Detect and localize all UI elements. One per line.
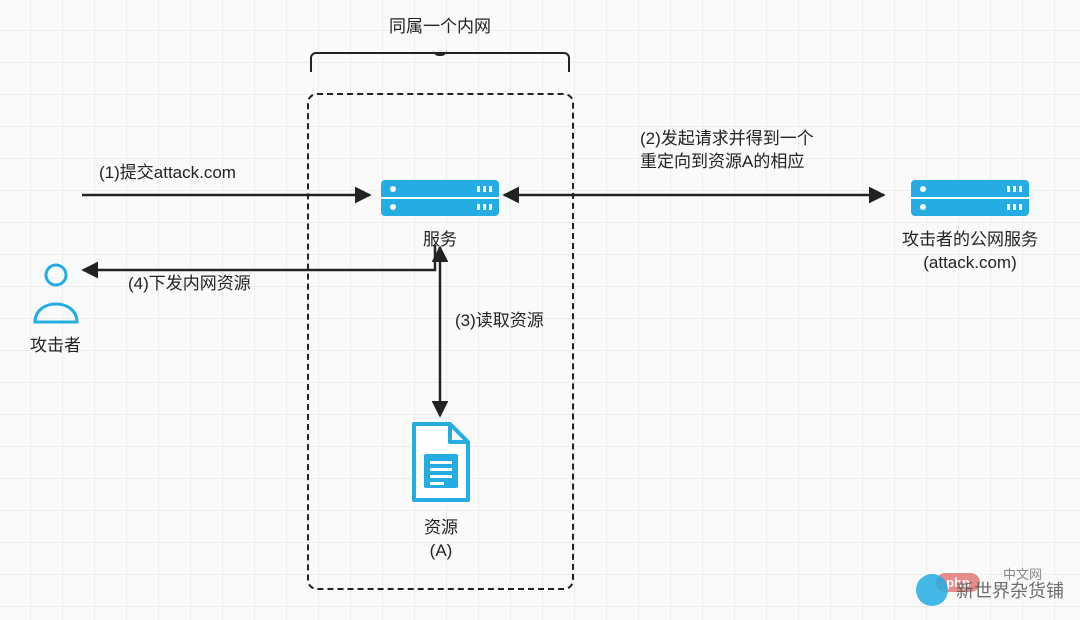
- person-icon: [31, 262, 81, 324]
- step3-label: (3)读取资源: [455, 310, 575, 333]
- attacker-node: 攻击者: [23, 262, 88, 358]
- watermark-logo-icon: [916, 574, 948, 606]
- resource-label-2: (A): [399, 540, 483, 563]
- brace-icon: [310, 52, 570, 72]
- attacker-label: 攻击者: [23, 335, 88, 358]
- step2-label: (2)发起请求并得到一个 重定向到资源A的相应: [640, 128, 880, 174]
- service-label: 服务: [375, 229, 505, 252]
- watermark-suffix: 中文网: [1003, 566, 1042, 584]
- step2-label-line2: 重定向到资源A的相应: [640, 151, 880, 174]
- step2-label-line1: (2)发起请求并得到一个: [640, 128, 880, 151]
- document-icon: [406, 420, 476, 506]
- diagram-title: 同属一个内网: [300, 16, 580, 39]
- step1-label: (1)提交attack.com: [99, 162, 289, 185]
- server-icon: [909, 178, 1031, 218]
- step4-label: (4)下发内网资源: [128, 273, 308, 296]
- server-icon: [379, 178, 501, 218]
- external-server-label-2: (attack.com): [890, 252, 1050, 275]
- resource-node: 资源 (A): [399, 420, 483, 563]
- external-server-label-1: 攻击者的公网服务: [890, 229, 1050, 252]
- resource-label-1: 资源: [399, 517, 483, 540]
- external-server-node: 攻击者的公网服务 (attack.com): [890, 178, 1050, 275]
- service-node: 服务: [375, 178, 505, 252]
